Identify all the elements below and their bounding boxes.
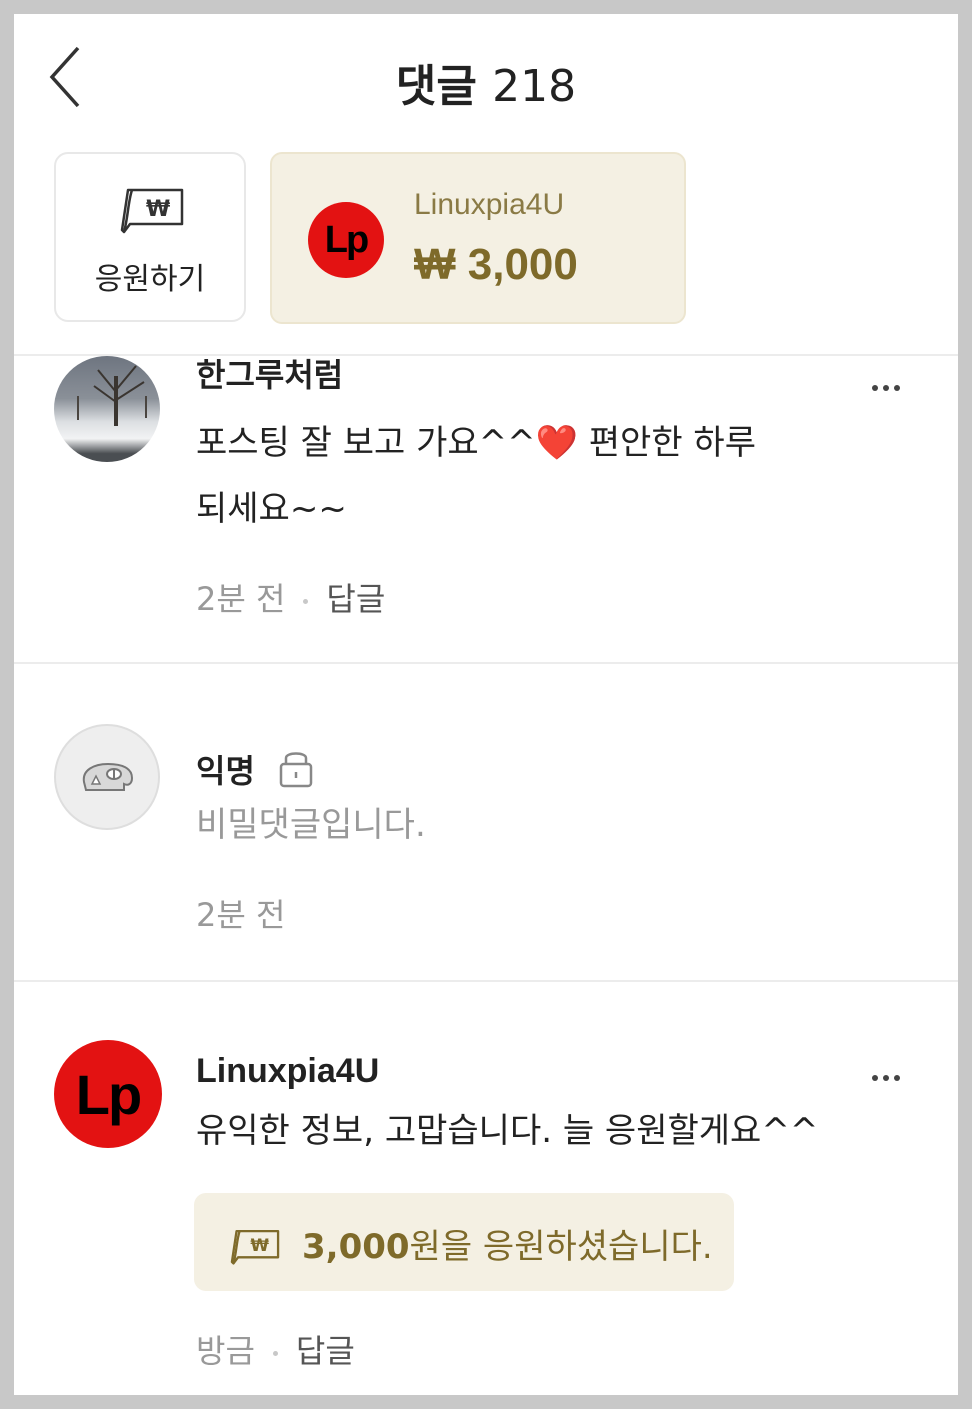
top-supporter-card[interactable]: Lp Linuxpia4U ₩ 3,000	[270, 152, 686, 324]
comment-time: 2분 전	[196, 580, 286, 618]
comment-time: 2분 전	[196, 896, 286, 934]
donation-text: 3,000원을 응원하셨습니다.	[302, 1219, 713, 1268]
dot	[894, 385, 900, 391]
comment-item: 한그루처럼 포스팅 잘 보고 가요^^❤️ 편안한 하루 되세요~~ 2분 전답…	[14, 356, 958, 662]
avatar[interactable]	[54, 724, 160, 830]
separator-dot	[303, 598, 309, 604]
more-options-button[interactable]	[872, 1066, 912, 1086]
dot	[883, 385, 889, 391]
avatar[interactable]: Lp	[54, 1040, 162, 1148]
comment-meta: 방금 답글	[196, 1326, 355, 1372]
reply-button[interactable]: 답글	[326, 580, 385, 618]
comment-text-line: 포스팅 잘 보고 가요^^❤️ 편안한 하루	[196, 423, 756, 463]
comment-time: 방금	[196, 1332, 255, 1370]
donation-badge: ₩ 3,000원을 응원하셨습니다.	[194, 1193, 734, 1291]
comment-item: Lp Linuxpia4U 유익한 정보, 고맙습니다. 늘 응원할게요^^ ₩…	[14, 982, 958, 1395]
winter-tree-photo	[77, 365, 147, 426]
comment-author: 익명	[196, 752, 255, 790]
support-button[interactable]: ₩ 응원하기	[54, 152, 246, 322]
svg-text:₩: ₩	[146, 197, 170, 222]
anonymous-icon	[82, 762, 134, 791]
dot	[872, 1075, 878, 1081]
supporter-name: Linuxpia4U	[414, 188, 565, 221]
comment-text: 포스팅 잘 보고 가요^^❤️ 편안한 하루 되세요~~	[196, 410, 836, 542]
comment-text: 비밀댓글입니다.	[196, 805, 426, 845]
supporter-amount: ₩ 3,000	[414, 240, 578, 289]
avatar[interactable]	[54, 356, 160, 462]
page-title: 댓글 218	[14, 50, 958, 114]
dot	[894, 1075, 900, 1081]
support-button-label: 응원하기	[94, 262, 206, 297]
dot	[883, 1075, 889, 1081]
comment-item: 익명 비밀댓글입니다. 2분 전	[14, 664, 958, 980]
comments-screen: 댓글 218 ₩ 응원하기 Lp Linuxpia4U ₩ 3,000 한그루처…	[14, 14, 958, 1395]
svg-text:₩: ₩	[250, 1235, 269, 1255]
dot	[872, 385, 878, 391]
donation-amount: 3,000	[302, 1227, 410, 1267]
separator-dot	[272, 1350, 278, 1356]
header: 댓글 218	[14, 14, 958, 144]
money-bill-icon: ₩	[120, 188, 184, 234]
comment-meta: 2분 전 답글	[196, 574, 385, 620]
supporter-avatar: Lp	[308, 202, 384, 278]
comment-author[interactable]: Linuxpia4U	[196, 1052, 379, 1091]
donation-suffix: 원을 응원하셨습니다.	[409, 1227, 713, 1267]
money-bill-icon: ₩	[230, 1230, 280, 1265]
comment-author[interactable]: 한그루처럼	[196, 350, 343, 396]
title-label: 댓글	[395, 61, 477, 112]
comment-meta: 2분 전	[196, 890, 285, 936]
lock-icon	[279, 752, 313, 788]
comment-text-line: 되세요~~	[196, 489, 347, 529]
more-options-button[interactable]	[872, 376, 912, 396]
comment-text: 유익한 정보, 고맙습니다. 늘 응원할게요^^	[196, 1111, 819, 1151]
reply-button[interactable]: 답글	[296, 1332, 355, 1370]
comment-count: 218	[492, 61, 577, 112]
